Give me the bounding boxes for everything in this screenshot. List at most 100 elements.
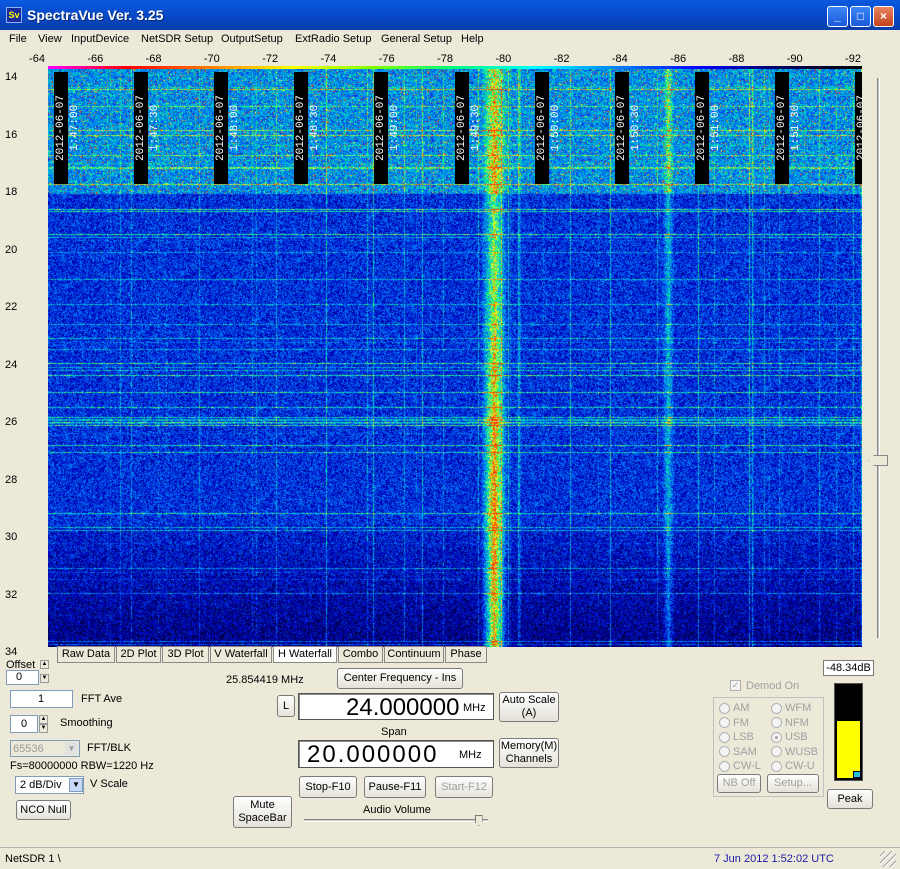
- nco-null-button[interactable]: NCO Null: [16, 800, 71, 820]
- tab-2d-plot[interactable]: 2D Plot: [116, 646, 161, 663]
- menu-extradio-setup[interactable]: ExtRadio Setup: [295, 33, 371, 45]
- pause-button[interactable]: Pause-F11: [364, 776, 426, 798]
- menu-file[interactable]: File: [9, 33, 27, 45]
- resize-grip-icon[interactable]: [880, 851, 896, 867]
- radio-icon: [719, 746, 730, 757]
- demod-mode-am[interactable]: AM: [719, 702, 750, 714]
- tab-h-waterfall[interactable]: H Waterfall: [273, 646, 337, 663]
- tab-continuum[interactable]: Continuum: [384, 646, 444, 663]
- tab-3d-plot[interactable]: 3D Plot: [162, 646, 209, 663]
- demod-mode-label: NFM: [785, 716, 809, 729]
- demod-mode-cw-u[interactable]: CW-U: [771, 760, 815, 772]
- radio-icon: [771, 746, 782, 757]
- start-button[interactable]: Start-F12: [435, 776, 493, 798]
- demod-mode-lsb[interactable]: LSB: [719, 731, 754, 743]
- demod-mode-nfm[interactable]: NFM: [771, 717, 809, 729]
- demod-mode-wusb[interactable]: WUSB: [771, 746, 818, 758]
- fft-blk-dropdown-icon[interactable]: ▼: [65, 742, 78, 755]
- minimize-button[interactable]: _: [827, 6, 848, 27]
- fft-blk-label: FFT/BLK: [87, 742, 132, 754]
- smoothing-up-arrow-icon[interactable]: ▲: [39, 715, 48, 724]
- tab-v-waterfall[interactable]: V Waterfall: [210, 646, 272, 663]
- waterfall-timestamp: 2012-06-07 1:48:30: [294, 72, 321, 184]
- waterfall-timestamp: 2012-06-07 1:52:00: [855, 72, 862, 184]
- signal-meter: [834, 683, 863, 781]
- mute-button[interactable]: Mute SpaceBar: [233, 796, 292, 828]
- app-icon: Sv: [6, 7, 22, 23]
- x-tick-label: -88: [728, 53, 745, 65]
- peak-button[interactable]: Peak: [827, 789, 873, 809]
- fs-rbw-readout: Fs=80000000 RBW=1220 Hz: [10, 760, 154, 772]
- offset-up-arrow-icon[interactable]: ▲: [40, 660, 49, 669]
- center-frequency-unit: MHz: [463, 702, 486, 714]
- tab-phase[interactable]: Phase: [445, 646, 487, 663]
- span-unit: MHz: [459, 749, 482, 761]
- demod-mode-group: AM WFM FM NFM LSB USB SAM WUSB CW-L CW-U NB Off Set…: [713, 697, 824, 797]
- lock-button[interactable]: L: [277, 695, 295, 717]
- demod-mode-label: USB: [785, 731, 808, 743]
- audio-volume-thumb[interactable]: [474, 815, 483, 826]
- demod-mode-fm[interactable]: FM: [719, 717, 749, 729]
- stop-button[interactable]: Stop-F10: [299, 776, 357, 798]
- vscale-label: V Scale: [90, 778, 128, 790]
- maximize-button[interactable]: □: [850, 6, 871, 27]
- demod-mode-usb[interactable]: USB: [771, 731, 808, 743]
- span-field[interactable]: 20.000000 MHz: [298, 740, 494, 768]
- demod-mode-label: WUSB: [785, 745, 818, 758]
- audio-volume-track[interactable]: [304, 819, 488, 822]
- smoothing-label: Smoothing: [60, 717, 113, 729]
- center-frequency-button[interactable]: Center Frequency - Ins: [337, 668, 463, 689]
- mute-shortcut: SpaceBar: [238, 812, 287, 824]
- y-tick-label: 16: [5, 128, 18, 141]
- fft-ave-label: FFT Ave: [81, 693, 123, 705]
- tab-raw-data[interactable]: Raw Data: [57, 646, 115, 663]
- smoothing-down-arrow-icon[interactable]: ▼: [39, 724, 48, 733]
- radio-icon: [771, 760, 782, 772]
- radio-icon: [771, 717, 782, 728]
- menu-help[interactable]: Help: [461, 33, 484, 45]
- center-frequency-field[interactable]: 24.000000 MHz: [298, 693, 494, 721]
- menu-general-setup[interactable]: General Setup: [381, 33, 452, 45]
- tab-combo[interactable]: Combo: [338, 646, 383, 663]
- center-frequency-value: 24.000000: [346, 694, 460, 721]
- y-tick-label: 18: [5, 186, 18, 198]
- offset-down-arrow-icon[interactable]: ▼: [40, 674, 49, 683]
- cursor-frequency-readout: 25.854419 MHz: [226, 674, 304, 686]
- memory-channels-button[interactable]: Memory(M) Channels: [499, 738, 559, 768]
- demod-checkbox[interactable]: ✓: [730, 680, 741, 691]
- auto-scale-button[interactable]: Auto Scale (A): [499, 692, 559, 722]
- radio-icon: [771, 731, 782, 743]
- menu-outputsetup[interactable]: OutputSetup: [221, 33, 283, 45]
- x-tick-label: -72: [262, 53, 279, 65]
- x-tick-label: -68: [145, 53, 162, 65]
- demod-mode-label: AM: [733, 702, 750, 714]
- close-button[interactable]: ×: [873, 6, 894, 27]
- demod-mode-cw-l[interactable]: CW-L: [719, 760, 761, 772]
- y-tick-label: 34: [5, 646, 18, 658]
- fft-ave-field[interactable]: 1: [10, 690, 73, 708]
- smoothing-field[interactable]: 0: [10, 715, 38, 733]
- status-bar: NetSDR 1 \ 7 Jun 2012 1:52:02 UTC: [0, 847, 900, 869]
- y-tick-label: 14: [5, 71, 18, 83]
- demod-setup-button[interactable]: Setup...: [767, 774, 819, 793]
- level-slider-track[interactable]: [877, 78, 880, 638]
- menu-inputdevice[interactable]: InputDevice: [71, 33, 129, 45]
- y-tick-label: 20: [5, 243, 18, 256]
- auto-scale-shortcut: (A): [521, 707, 537, 719]
- waterfall-display[interactable]: 2012-06-07 1:47:00 2012-06-07 1:47:30 2012…: [48, 69, 862, 647]
- title-bar[interactable]: Sv SpectraVue Ver. 3.25 _ □ ×: [0, 0, 900, 30]
- menu-view[interactable]: View: [38, 33, 62, 45]
- x-tick-label: -78: [437, 53, 453, 65]
- waterfall-timestamp: 2012-06-07 1:49:00: [374, 72, 401, 184]
- radio-icon: [771, 702, 782, 714]
- demod-mode-sam[interactable]: SAM: [719, 746, 757, 758]
- offset-field[interactable]: 0: [6, 670, 39, 685]
- menu-netsdr-setup[interactable]: NetSDR Setup: [141, 33, 213, 45]
- radio-icon: [719, 717, 730, 728]
- demod-mode-wfm[interactable]: WFM: [771, 702, 811, 714]
- vscale-dropdown-icon[interactable]: ▼: [69, 778, 83, 792]
- window-title: SpectraVue Ver. 3.25: [27, 7, 164, 23]
- channels-label: Channels: [505, 753, 553, 765]
- nb-off-button[interactable]: NB Off: [717, 774, 761, 793]
- level-slider-thumb[interactable]: [868, 455, 888, 466]
